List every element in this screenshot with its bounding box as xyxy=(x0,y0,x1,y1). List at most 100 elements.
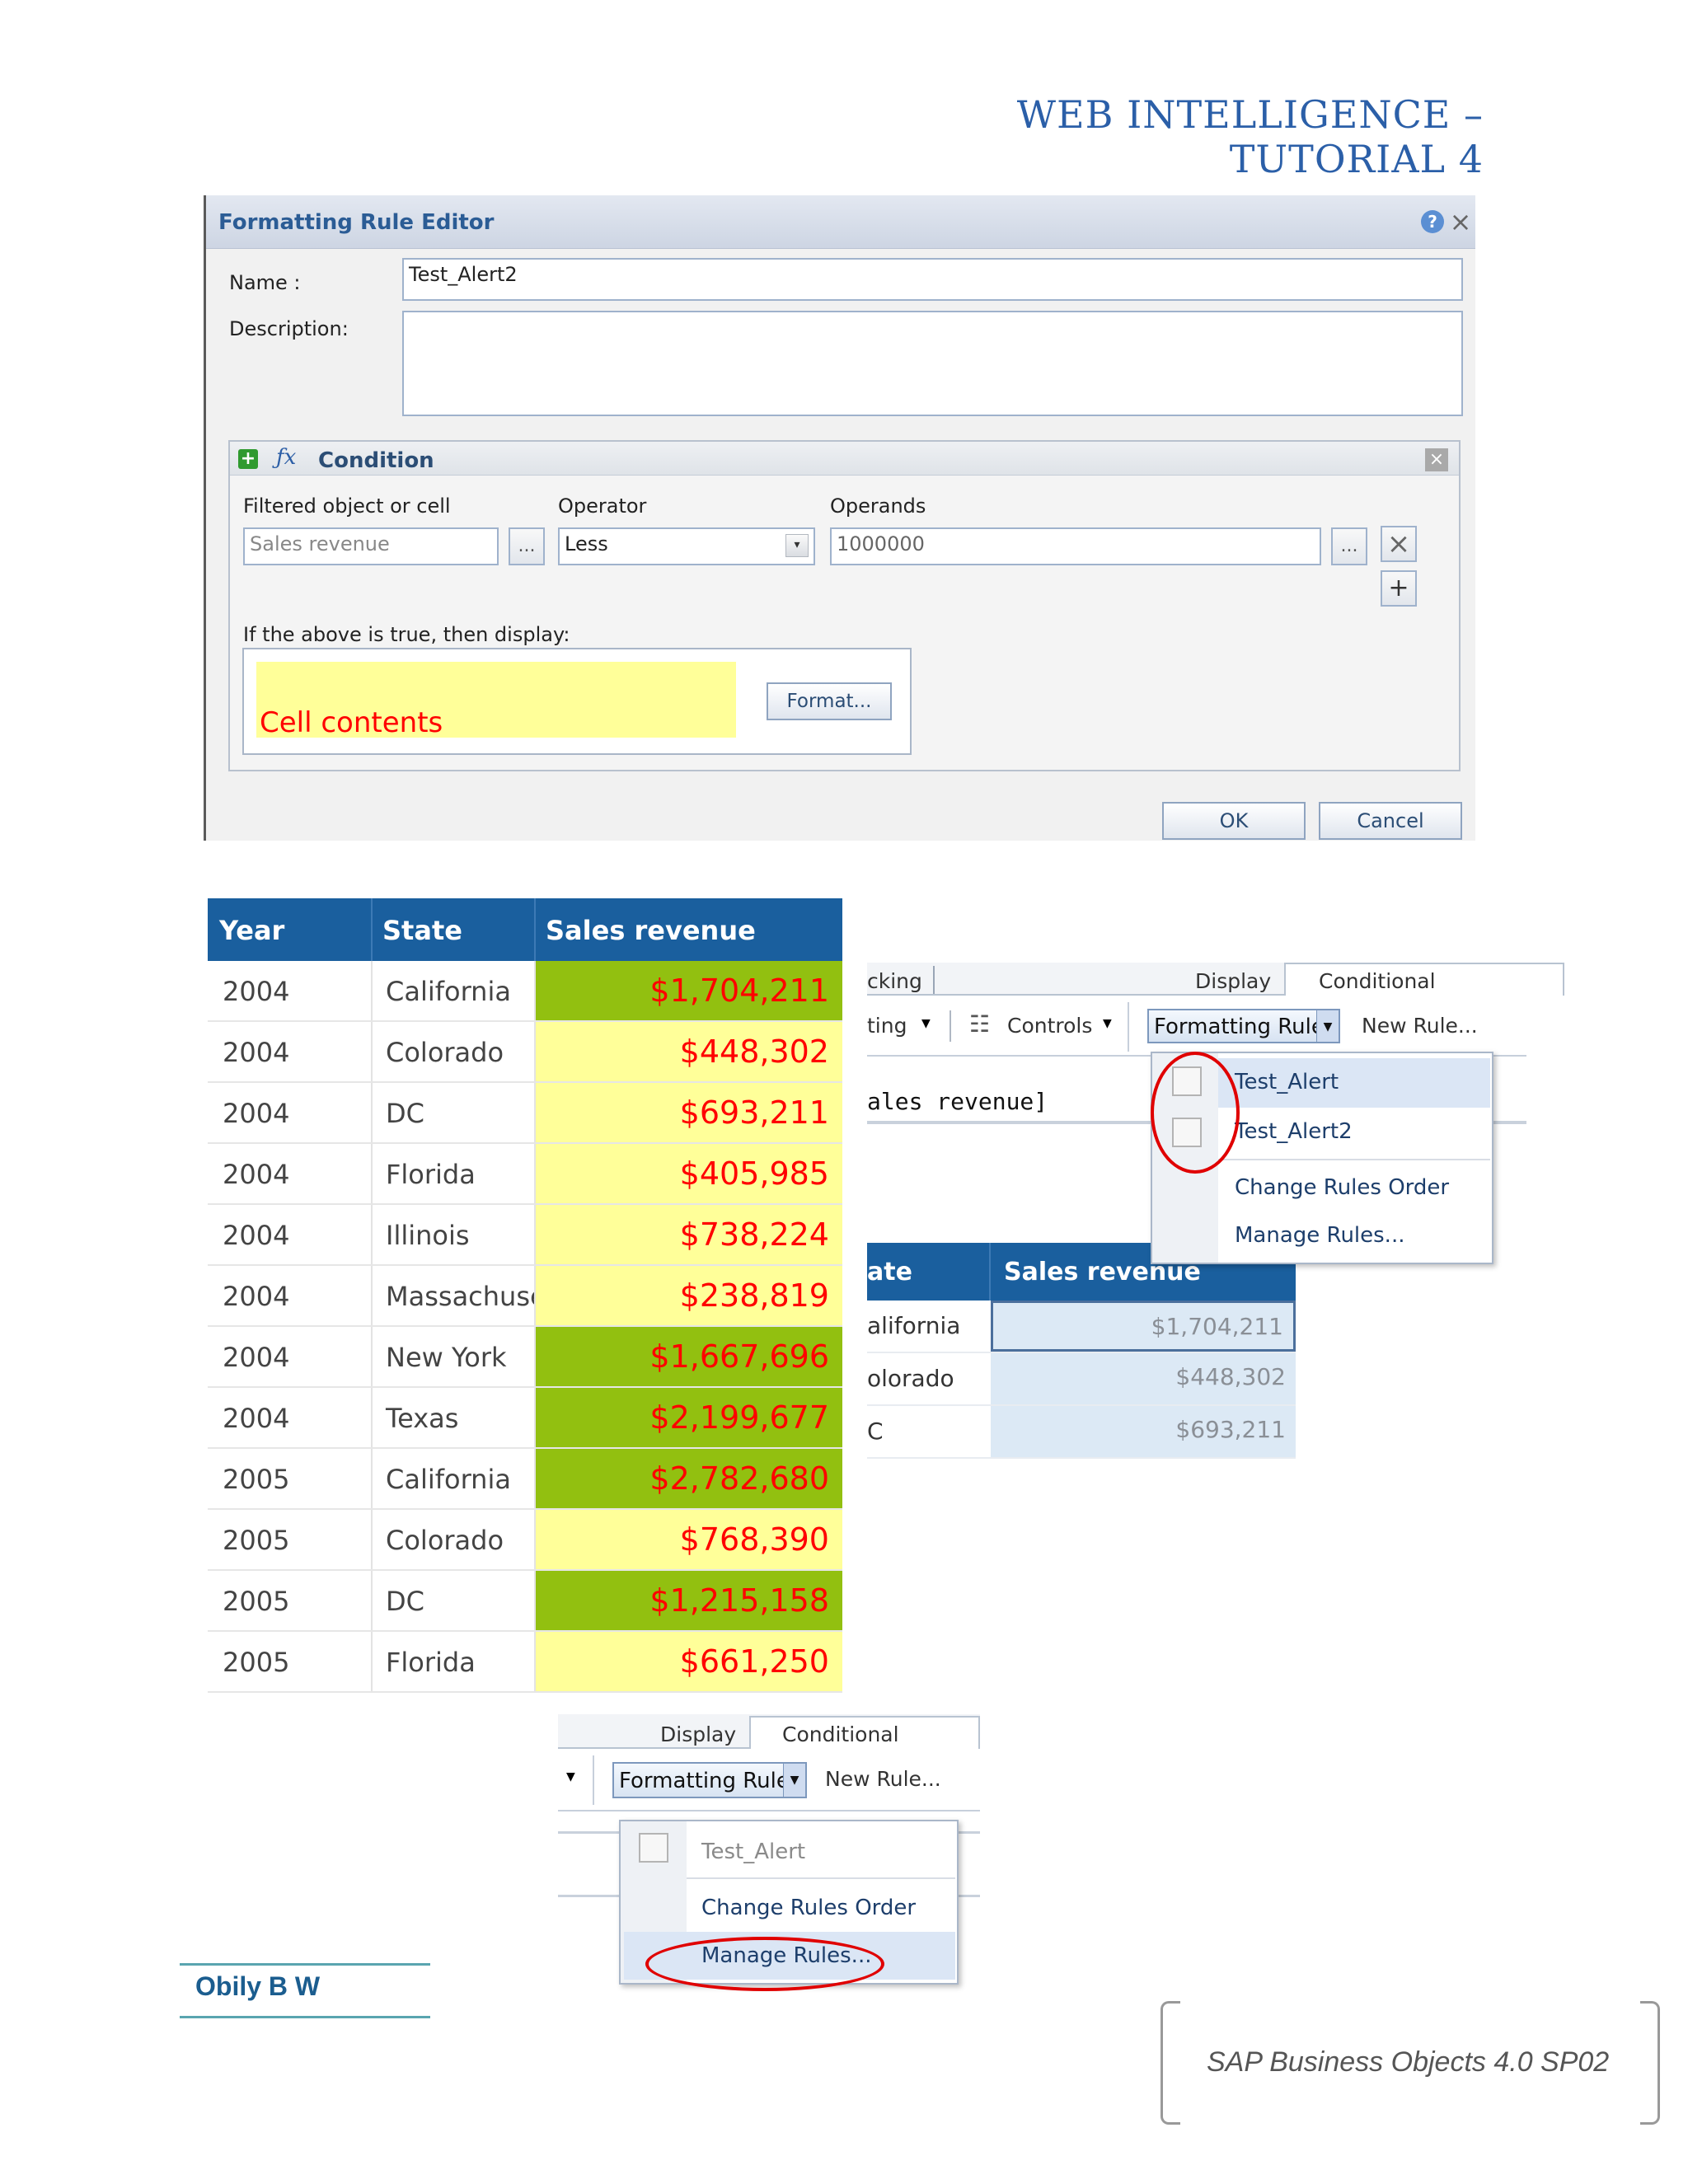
menu-item-test-alert2[interactable]: Test_Alert2 xyxy=(1235,1119,1353,1144)
menu-item-change-rules-order[interactable]: Change Rules Order xyxy=(701,1896,916,1920)
revenue-value: $448,302 xyxy=(679,1033,829,1070)
cell-year: 2005 xyxy=(223,1464,290,1495)
ok-button[interactable]: OK xyxy=(1162,802,1306,840)
chevron-down-icon[interactable]: ▼ xyxy=(1316,1010,1339,1042)
column-divider xyxy=(371,961,373,1020)
chevron-down-icon[interactable]: ▼ xyxy=(1103,1017,1112,1030)
page-header: WEB INTELLIGENCE – TUTORIAL 4 xyxy=(1016,92,1484,181)
header-sales-revenue: Sales revenue xyxy=(546,915,756,946)
mini-header-state: ate xyxy=(867,1258,912,1286)
help-icon[interactable]: ? xyxy=(1421,210,1444,233)
formatting-rules-button[interactable]: Formatting Rules ▼ xyxy=(1147,1009,1340,1043)
mini-cell-revenue[interactable]: $1,704,211 xyxy=(991,1301,1296,1352)
revenue-value: $1,215,158 xyxy=(649,1582,829,1619)
remove-condition-icon[interactable]: × xyxy=(1425,448,1448,471)
chevron-down-icon[interactable]: ▼ xyxy=(783,1764,805,1797)
column-divider xyxy=(371,1449,373,1508)
revenue-value: $738,224 xyxy=(679,1216,829,1253)
footer-product: SAP Business Objects 4.0 SP02 xyxy=(1207,2046,1610,2078)
tab-display[interactable]: Display xyxy=(1195,969,1271,993)
cell-year: 2004 xyxy=(223,1281,290,1312)
tab-conditional[interactable]: Conditional xyxy=(1319,969,1436,993)
header-divider xyxy=(371,898,373,961)
toolbar-screenshot-1: cking Display Conditional ting ▼ ☷ Contr… xyxy=(867,963,1564,1459)
new-rule-button[interactable]: New Rule... xyxy=(1362,1014,1478,1038)
table-row: 2004 Florida $405,985 xyxy=(208,1144,842,1205)
add-operand-button[interactable]: + xyxy=(1381,570,1417,607)
revenue-value: $1,667,696 xyxy=(649,1338,829,1375)
table-row: 2004 DC $693,211 xyxy=(208,1083,842,1144)
highlight-oval xyxy=(1151,1052,1240,1174)
add-condition-icon[interactable]: + xyxy=(238,449,258,469)
column-divider xyxy=(371,1571,373,1630)
header-divider xyxy=(534,898,536,961)
cell-revenue: $2,782,680 xyxy=(536,1449,842,1508)
cell-year: 2004 xyxy=(223,1159,290,1190)
table-row: 2005 Colorado $768,390 xyxy=(208,1510,842,1571)
row-divider xyxy=(867,1457,1296,1459)
then-display-label: If the above is true, then display: xyxy=(243,623,570,646)
menu-item-test-alert[interactable]: Test_Alert xyxy=(701,1840,805,1864)
mini-cell-state: olorado xyxy=(867,1365,954,1392)
menu-item-test-alert[interactable]: Test_Alert xyxy=(1235,1070,1339,1094)
cell-year: 2004 xyxy=(223,976,290,1007)
table-row: 2004 Texas $2,199,677 xyxy=(208,1388,842,1449)
mini-cell-revenue[interactable]: $448,302 xyxy=(991,1353,1296,1404)
formatting-rule-editor-dialog: Formatting Rule Editor ? × Name : Test_A… xyxy=(204,195,1475,841)
column-divider xyxy=(371,1144,373,1203)
operand-input[interactable]: 1000000 xyxy=(830,527,1321,565)
tool-partial[interactable]: ting xyxy=(867,1014,907,1038)
toolbar-screenshot-2: Display Conditional ▼ Formatting Rules ▼… xyxy=(558,1714,980,1991)
cell-state: Colorado xyxy=(386,1525,504,1556)
name-label: Name : xyxy=(229,271,301,294)
revenue-value: $1,704,211 xyxy=(649,972,829,1009)
header-state: State xyxy=(382,915,462,946)
operator-select[interactable]: Less ▾ xyxy=(558,527,815,565)
footer-bracket-right xyxy=(1640,2001,1660,2125)
new-rule-button[interactable]: New Rule... xyxy=(825,1767,941,1791)
tab-conditional[interactable]: Conditional xyxy=(782,1722,899,1746)
table-row: 2005 Florida $661,250 xyxy=(208,1632,842,1693)
chevron-down-icon[interactable]: ▾ xyxy=(785,534,809,557)
operand-browse-button[interactable]: ... xyxy=(1331,527,1367,565)
tab-display[interactable]: Display xyxy=(660,1722,736,1746)
cell-revenue: $738,224 xyxy=(536,1205,842,1264)
formatting-rules-label: Formatting Rules xyxy=(1154,1015,1336,1039)
cell-state: Texas xyxy=(386,1403,459,1434)
cell-revenue: $448,302 xyxy=(536,1022,842,1081)
name-input[interactable]: Test_Alert2 xyxy=(402,258,1463,301)
cell-state: Colorado xyxy=(386,1037,504,1068)
test-alert-checkbox[interactable] xyxy=(639,1833,668,1863)
controls-label[interactable]: Controls xyxy=(1007,1014,1092,1038)
revenue-value: $238,819 xyxy=(679,1277,829,1314)
cell-revenue: $238,819 xyxy=(536,1266,842,1325)
description-input[interactable] xyxy=(402,311,1463,416)
cell-revenue: $693,211 xyxy=(536,1083,842,1142)
delete-operand-icon[interactable]: × xyxy=(1381,526,1417,562)
filtered-object-input[interactable]: Sales revenue xyxy=(243,527,499,565)
formatting-rules-button[interactable]: Formatting Rules ▼ xyxy=(612,1762,807,1798)
dialog-titlebar: Formatting Rule Editor ? × xyxy=(206,195,1475,249)
format-button[interactable]: Format... xyxy=(767,682,892,720)
filtered-object-browse-button[interactable]: ... xyxy=(509,527,545,565)
description-label: Description: xyxy=(229,317,349,340)
close-icon[interactable]: × xyxy=(1449,206,1472,237)
display-preview: Cell contents Format... xyxy=(242,648,912,755)
revenue-value: $661,250 xyxy=(679,1643,829,1680)
menu-separator xyxy=(687,1877,955,1879)
footer-bracket-left xyxy=(1160,2001,1180,2125)
author-line-top xyxy=(180,1963,430,1966)
tab-partial[interactable]: cking xyxy=(867,969,922,993)
table-header: Year State Sales revenue xyxy=(208,898,842,961)
cell-year: 2004 xyxy=(223,1098,290,1129)
column-divider xyxy=(371,1205,373,1264)
tool-divider xyxy=(593,1755,594,1805)
chevron-down-icon[interactable]: ▼ xyxy=(921,1017,931,1030)
menu-item-change-rules-order[interactable]: Change Rules Order xyxy=(1235,1175,1449,1200)
cancel-button[interactable]: Cancel xyxy=(1319,802,1462,840)
operands-label: Operands xyxy=(830,494,926,518)
mini-cell-revenue[interactable]: $693,211 xyxy=(991,1406,1296,1457)
tab-divider xyxy=(933,966,935,994)
chevron-down-icon[interactable]: ▼ xyxy=(566,1770,575,1783)
menu-item-manage-rules[interactable]: Manage Rules... xyxy=(1235,1223,1404,1248)
